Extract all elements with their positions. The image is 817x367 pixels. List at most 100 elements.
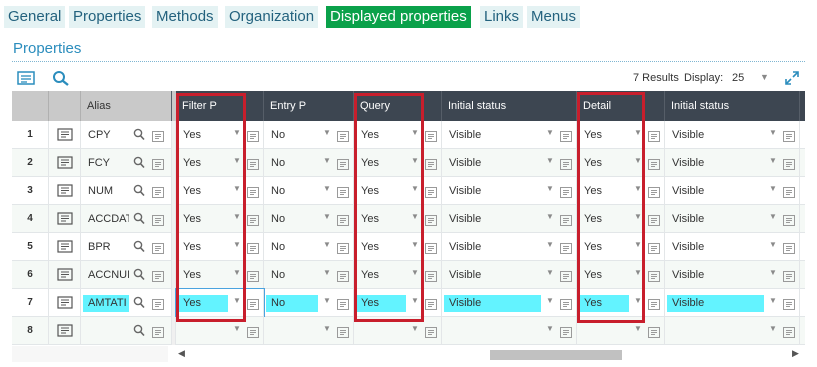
initial-status-1-cell[interactable]: ▼ (442, 317, 577, 345)
dropdown-caret-icon[interactable]: ▼ (546, 212, 554, 221)
field-menu-icon[interactable] (648, 157, 660, 170)
row-detail-cell[interactable] (49, 177, 81, 205)
header-initial-status-2[interactable]: Initial status (665, 91, 800, 121)
detail-select[interactable] (579, 323, 629, 340)
dropdown-caret-icon[interactable]: ▼ (546, 184, 554, 193)
field-menu-icon[interactable] (425, 269, 437, 282)
expand-icon[interactable] (784, 70, 800, 86)
initial-status-2-select[interactable]: Visible (667, 127, 764, 144)
alias-cell[interactable] (81, 317, 172, 345)
scroll-left-icon[interactable]: ◀ (178, 348, 185, 359)
filter-p-cell[interactable]: Yes ▼ (175, 288, 265, 318)
alias-value[interactable]: NUM (83, 183, 129, 200)
field-menu-icon[interactable] (560, 129, 572, 142)
initial-status-2-cell[interactable]: Visible ▼ (665, 149, 800, 177)
filter-p-select[interactable]: Yes (178, 183, 228, 200)
field-menu-icon[interactable] (648, 129, 660, 142)
dropdown-caret-icon[interactable]: ▼ (233, 268, 241, 277)
alias-value[interactable]: FCY (83, 155, 129, 172)
entry-p-cell[interactable]: ▼ (264, 317, 354, 345)
initial-status-1-select[interactable]: Visible (444, 127, 541, 144)
filter-p-select[interactable]: Yes (178, 211, 228, 228)
field-menu-icon[interactable] (783, 325, 795, 338)
row-detail-cell[interactable] (49, 317, 81, 345)
filter-p-cell[interactable]: Yes ▼ (176, 233, 264, 261)
field-menu-icon[interactable] (560, 297, 572, 310)
table-row[interactable]: 6 ACCNUM Yes ▼ No ▼ Yes ▼ Visible ▼ Yes ▼ Visible ▼ (12, 261, 805, 289)
initial-status-1-select[interactable]: Visible (444, 295, 541, 312)
magnifier-icon[interactable] (133, 268, 145, 281)
dropdown-caret-icon[interactable]: ▼ (411, 324, 419, 333)
dropdown-caret-icon[interactable]: ▼ (546, 268, 554, 277)
filter-p-cell[interactable]: Yes ▼ (176, 177, 264, 205)
field-menu-icon[interactable] (560, 269, 572, 282)
detail-cell[interactable]: ▼ (577, 317, 665, 345)
row-detail-icon[interactable] (57, 212, 73, 225)
field-menu-icon[interactable] (152, 157, 164, 170)
dropdown-caret-icon[interactable]: ▼ (769, 212, 777, 221)
field-menu-icon[interactable] (425, 129, 437, 142)
field-menu-icon[interactable] (648, 241, 660, 254)
row-detail-icon[interactable] (57, 324, 73, 337)
detail-cell[interactable]: Yes ▼ (577, 233, 665, 261)
dropdown-caret-icon[interactable]: ▼ (323, 324, 331, 333)
filter-p-select[interactable]: Yes (178, 267, 228, 284)
detail-select[interactable]: Yes (579, 239, 629, 256)
field-menu-icon[interactable] (425, 297, 437, 310)
query-select[interactable] (356, 323, 406, 340)
row-detail-cell[interactable] (49, 289, 81, 317)
filter-p-select[interactable]: Yes (178, 239, 228, 256)
field-menu-icon[interactable] (425, 241, 437, 254)
filter-p-cell[interactable]: Yes ▼ (176, 121, 264, 149)
detail-cell[interactable]: Yes ▼ (577, 121, 665, 149)
dropdown-caret-icon[interactable]: ▼ (769, 268, 777, 277)
field-menu-icon[interactable] (337, 185, 349, 198)
row-detail-icon[interactable] (57, 296, 73, 309)
field-menu-icon[interactable] (560, 325, 572, 338)
filter-p-select[interactable]: Yes (178, 155, 228, 172)
dropdown-caret-icon[interactable]: ▼ (769, 184, 777, 193)
query-select[interactable]: Yes (356, 211, 406, 228)
query-cell[interactable]: Yes ▼ (354, 149, 442, 177)
alias-cell[interactable]: FCY (81, 149, 172, 177)
initial-status-1-select[interactable]: Visible (444, 155, 541, 172)
entry-p-cell[interactable]: No ▼ (264, 205, 354, 233)
initial-status-2-select[interactable] (667, 323, 764, 340)
field-menu-icon[interactable] (247, 297, 259, 310)
initial-status-1-cell[interactable]: Visible ▼ (442, 233, 577, 261)
dropdown-caret-icon[interactable]: ▼ (323, 184, 331, 193)
table-row[interactable]: 4 ACCDAT Yes ▼ No ▼ Yes ▼ Visible ▼ Yes ▼ Visible ▼ (12, 205, 805, 233)
field-menu-icon[interactable] (337, 157, 349, 170)
row-detail-icon[interactable] (57, 240, 73, 253)
filter-p-cell[interactable]: Yes ▼ (176, 261, 264, 289)
initial-status-1-select[interactable] (444, 323, 541, 340)
scroll-thumb[interactable] (490, 350, 622, 360)
field-menu-icon[interactable] (247, 129, 259, 142)
tab-links[interactable]: Links (480, 6, 524, 28)
initial-status-2-cell[interactable]: ▼ (665, 317, 800, 345)
dropdown-caret-icon[interactable]: ▼ (634, 128, 642, 137)
table-row[interactable]: 1 CPY Yes ▼ No ▼ Yes ▼ Visible ▼ Yes ▼ Visible ▼ (12, 121, 805, 149)
initial-status-2-cell[interactable]: Visible ▼ (665, 177, 800, 205)
entry-p-select[interactable]: No (266, 183, 318, 200)
dropdown-caret-icon[interactable]: ▼ (546, 240, 554, 249)
dropdown-caret-icon[interactable]: ▼ (411, 156, 419, 165)
row-detail-icon[interactable] (57, 156, 73, 169)
detail-select[interactable]: Yes (579, 183, 629, 200)
detail-select[interactable]: Yes (579, 127, 629, 144)
query-select[interactable]: Yes (356, 127, 406, 144)
query-cell[interactable]: Yes ▼ (354, 261, 442, 289)
query-cell[interactable]: Yes ▼ (354, 121, 442, 149)
entry-p-select[interactable]: No (266, 267, 318, 284)
query-cell[interactable]: Yes ▼ (354, 233, 442, 261)
query-cell[interactable]: Yes ▼ (354, 177, 442, 205)
dropdown-caret-icon[interactable]: ▼ (769, 240, 777, 249)
field-menu-icon[interactable] (247, 325, 259, 338)
initial-status-2-cell[interactable]: Visible ▼ (665, 261, 800, 289)
query-select[interactable]: Yes (356, 155, 406, 172)
initial-status-2-select[interactable]: Visible (667, 211, 764, 228)
table-row[interactable]: 8 ▼ ▼ ▼ ▼ ▼ ▼ (12, 317, 805, 345)
field-menu-icon[interactable] (337, 325, 349, 338)
tab-properties[interactable]: Properties (69, 6, 146, 28)
query-cell[interactable]: Yes ▼ (354, 289, 442, 317)
